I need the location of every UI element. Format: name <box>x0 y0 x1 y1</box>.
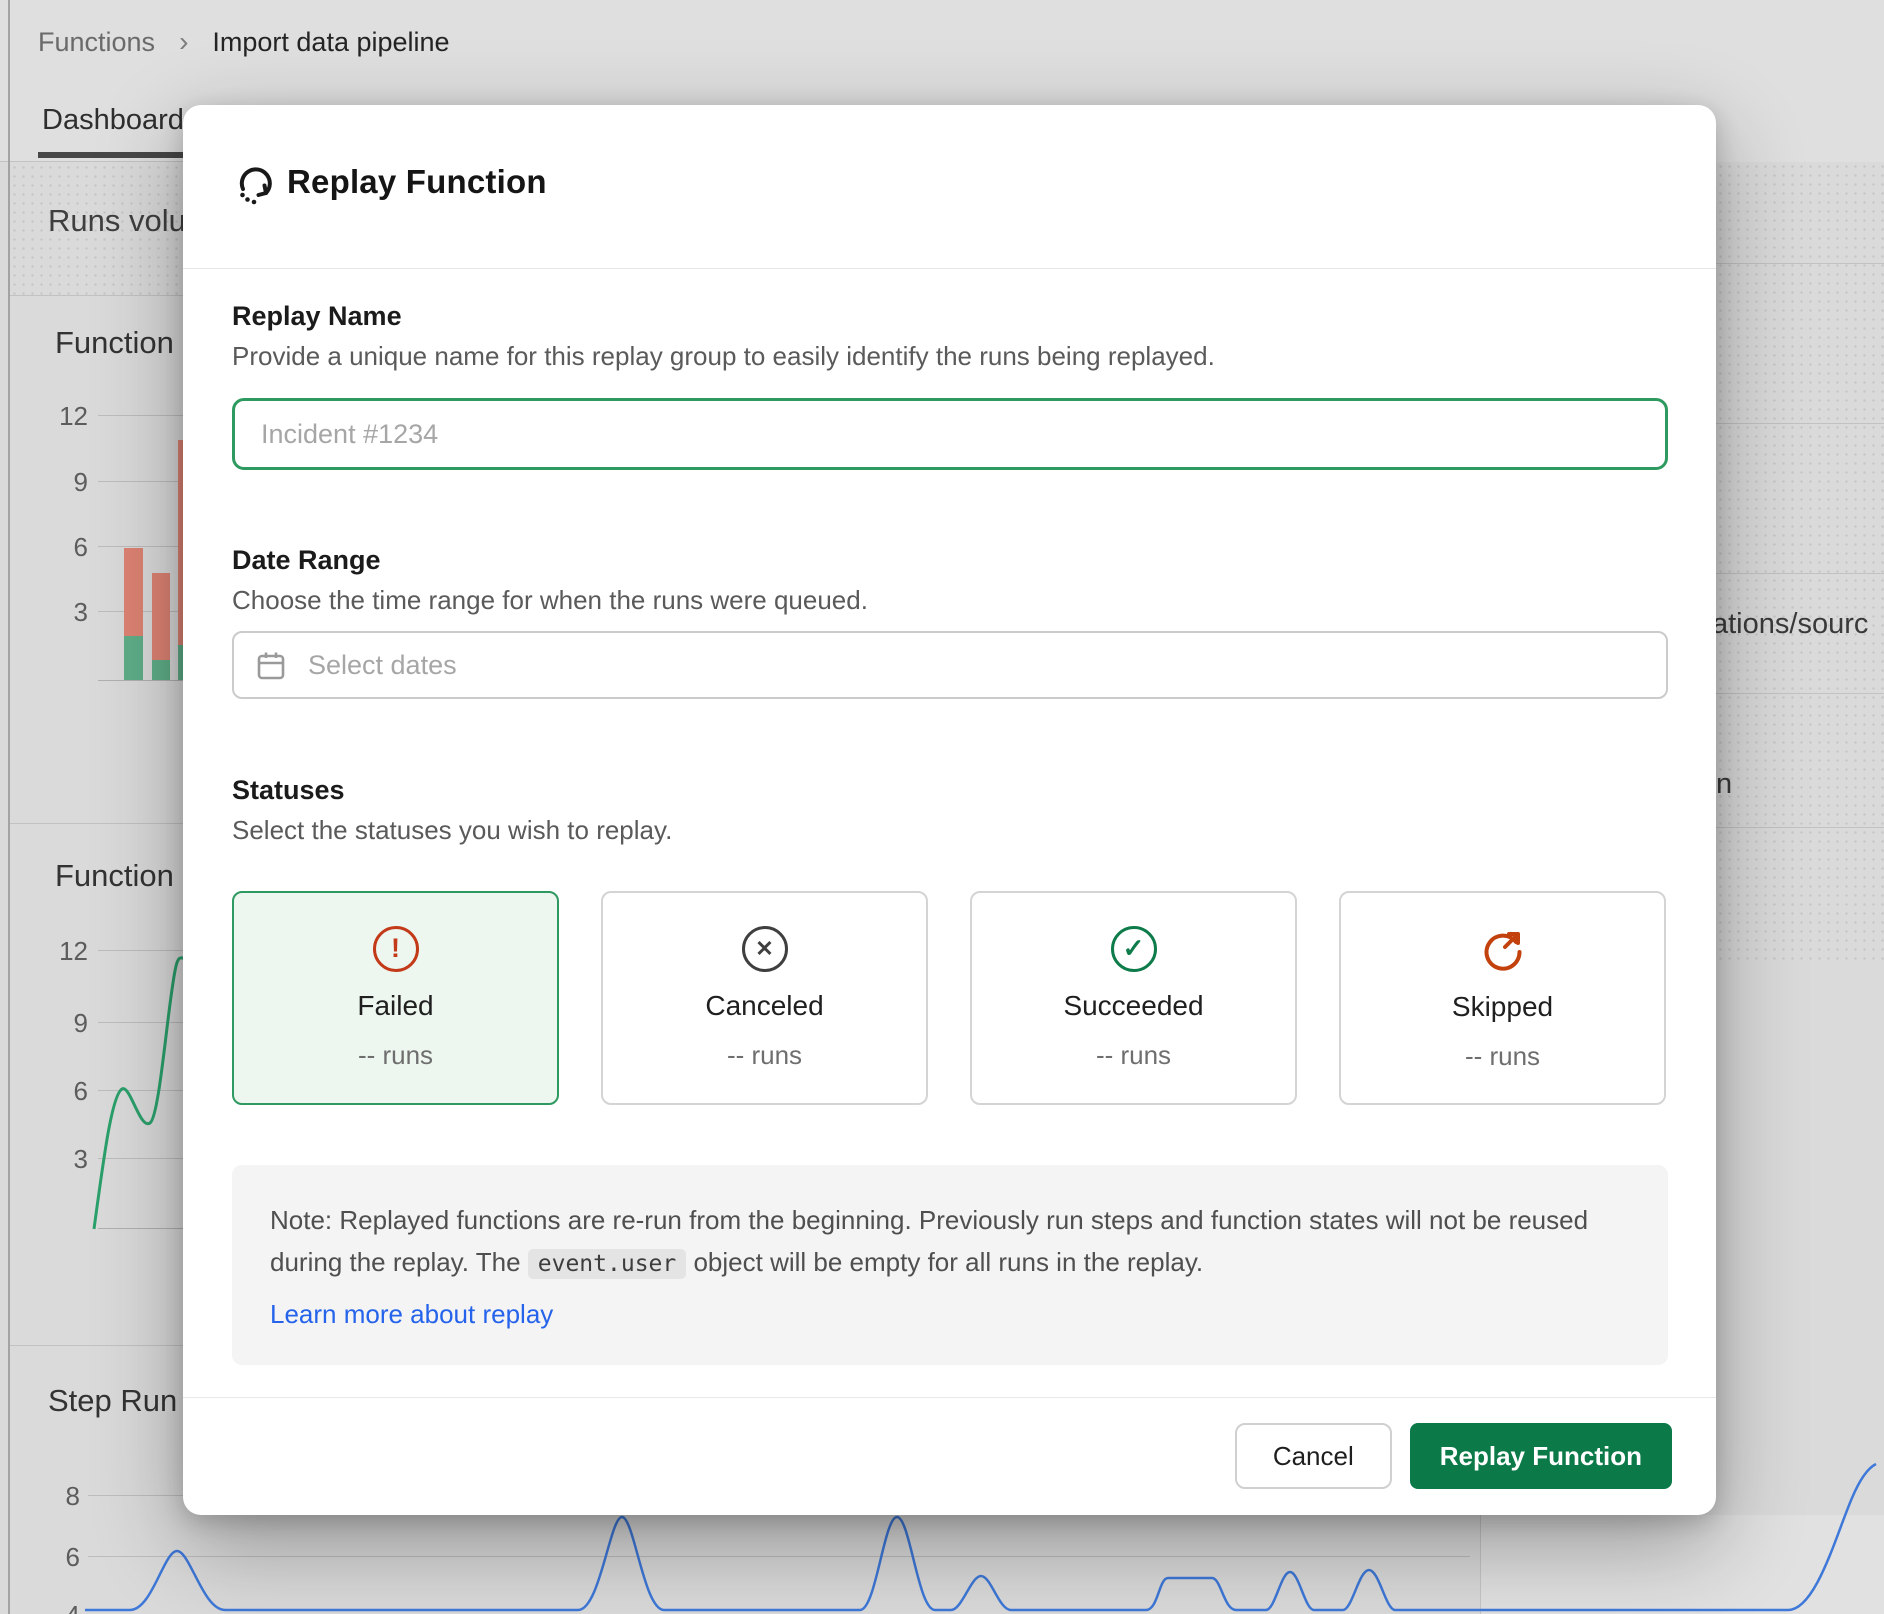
divider <box>183 268 1716 269</box>
replay-name-label: Replay Name <box>232 301 402 332</box>
status-card-count: -- runs <box>727 1040 802 1071</box>
chart1-heading: Function <box>55 325 174 361</box>
status-card-failed[interactable]: ! Failed -- runs <box>232 891 559 1105</box>
replay-name-description: Provide a unique name for this replay gr… <box>232 341 1215 372</box>
right-row-text: ations/sourc <box>1712 608 1868 641</box>
replay-icon <box>233 161 279 207</box>
status-card-label: Failed <box>357 990 433 1022</box>
runs-volume-heading: Runs volu <box>48 203 186 239</box>
y-tick: 3 <box>40 1144 88 1175</box>
y-tick: 12 <box>40 936 88 967</box>
replay-name-input[interactable] <box>232 398 1668 470</box>
divider <box>1716 423 1884 424</box>
replay-function-button[interactable]: Replay Function <box>1410 1423 1672 1489</box>
divider <box>1716 693 1884 694</box>
statuses-label: Statuses <box>232 775 345 806</box>
learn-more-link[interactable]: Learn more about replay <box>270 1293 553 1335</box>
breadcrumb: Functions › Import data pipeline <box>38 26 450 58</box>
y-tick: 6 <box>40 532 88 563</box>
y-tick: 9 <box>40 467 88 498</box>
status-card-succeeded[interactable]: ✓ Succeeded -- runs <box>970 891 1297 1105</box>
modal-title: Replay Function <box>287 163 547 201</box>
line-chart-green <box>85 940 189 1240</box>
chart3-heading: Step Run <box>48 1383 177 1419</box>
date-range-description: Choose the time range for when the runs … <box>232 585 868 616</box>
status-card-canceled[interactable]: ✕ Canceled -- runs <box>601 891 928 1105</box>
breadcrumb-current: Import data pipeline <box>212 27 449 58</box>
x-circle-icon: ✕ <box>742 926 788 972</box>
date-range-input[interactable] <box>232 631 1668 699</box>
date-range-text-input[interactable] <box>306 649 1646 682</box>
divider <box>183 1397 1716 1398</box>
right-row-text: n <box>1716 768 1732 801</box>
status-card-label: Skipped <box>1452 991 1553 1023</box>
app-window: Functions › Import data pipeline Dashboa… <box>0 0 1884 1614</box>
y-tick: 3 <box>40 597 88 628</box>
chevron-right-icon: › <box>179 26 188 58</box>
status-card-count: -- runs <box>358 1040 433 1071</box>
replay-function-modal: Replay Function Replay Name Provide a un… <box>183 105 1716 1515</box>
status-card-count: -- runs <box>1096 1040 1171 1071</box>
page-left-border <box>8 0 10 1614</box>
divider <box>1716 827 1884 828</box>
alert-circle-icon: ! <box>373 926 419 972</box>
gridline <box>98 415 183 416</box>
chart2-heading: Function <box>55 858 174 894</box>
y-tick: 6 <box>40 1076 88 1107</box>
status-card-label: Succeeded <box>1063 990 1203 1022</box>
check-circle-icon: ✓ <box>1111 926 1157 972</box>
status-card-count: -- runs <box>1465 1041 1540 1072</box>
divider <box>1716 573 1884 574</box>
modal-footer: Cancel Replay Function <box>1235 1423 1672 1489</box>
y-tick: 12 <box>40 401 88 432</box>
date-range-label: Date Range <box>232 545 381 576</box>
status-card-label: Canceled <box>705 990 823 1022</box>
status-card-skipped[interactable]: Skipped -- runs <box>1339 891 1666 1105</box>
code-chip: event.user <box>528 1249 686 1279</box>
divider <box>1716 263 1884 264</box>
note-text-after: object will be empty for all runs in the… <box>686 1247 1203 1277</box>
replay-note: Note: Replayed functions are re-run from… <box>232 1165 1668 1365</box>
status-cards: ! Failed -- runs ✕ Canceled -- runs ✓ Su… <box>232 891 1668 1105</box>
cancel-button[interactable]: Cancel <box>1235 1423 1392 1489</box>
stacked-bar-chart <box>120 435 192 683</box>
statuses-description: Select the statuses you wish to replay. <box>232 815 672 846</box>
tab-dashboard[interactable]: Dashboard <box>42 104 184 137</box>
tab-active-underline <box>38 152 188 158</box>
breadcrumb-functions[interactable]: Functions <box>38 27 155 58</box>
y-tick: 9 <box>40 1008 88 1039</box>
calendar-icon <box>254 648 288 682</box>
skip-forward-circle-icon <box>1479 925 1527 973</box>
right-panel <box>1716 162 1884 962</box>
